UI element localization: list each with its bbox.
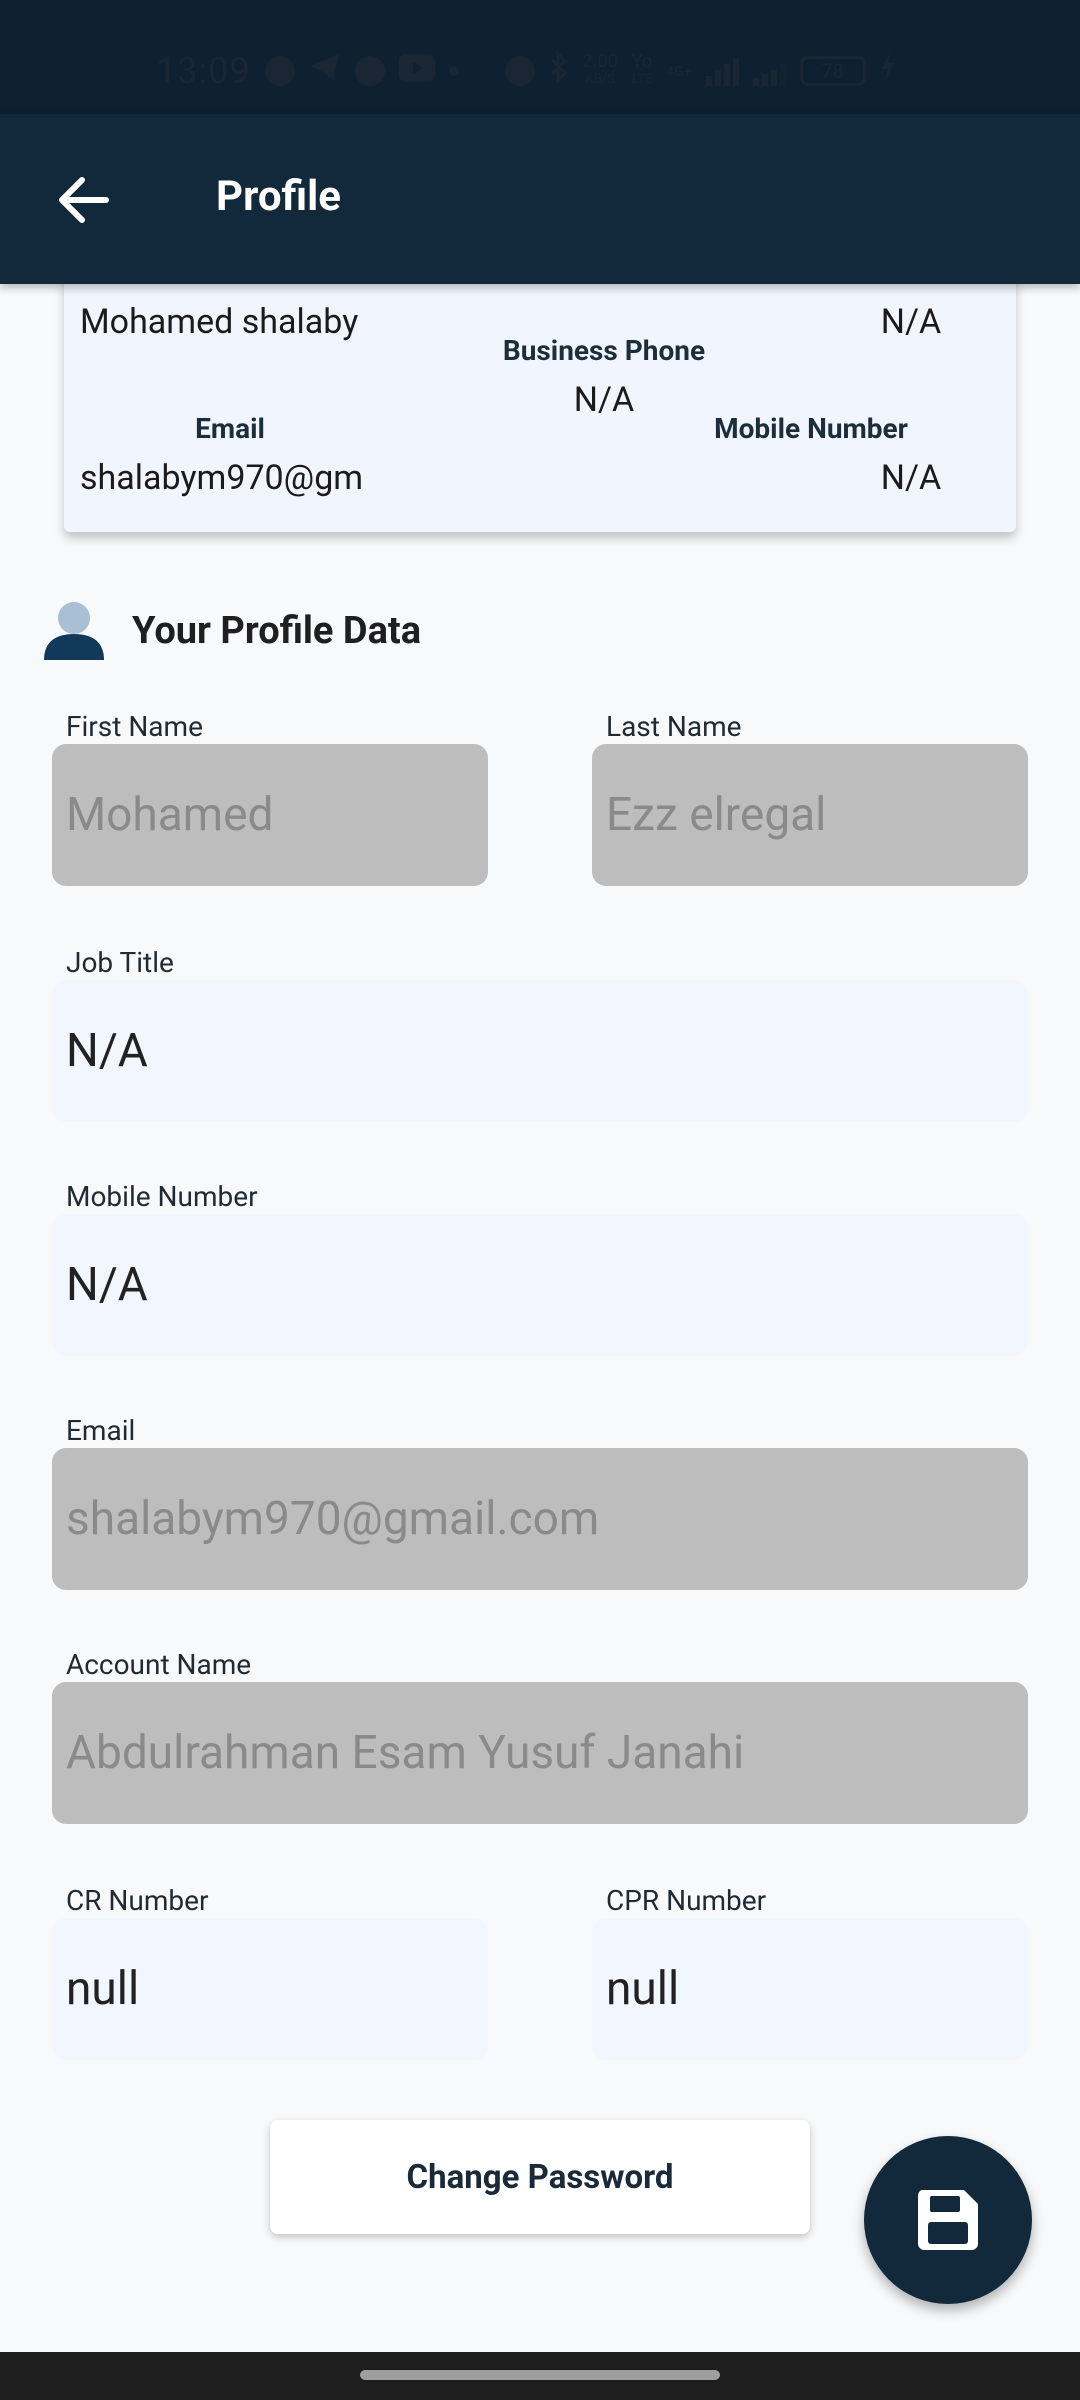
arrow-left-icon [59, 177, 109, 223]
job-title-value: N/A [66, 1024, 148, 1078]
cr-number-field[interactable]: null [52, 1918, 488, 2060]
volte-bottom: LTE [631, 72, 653, 87]
email-field[interactable]: shalabym970@gmail.com [52, 1448, 1028, 1590]
mobile-number-label: Mobile Number [66, 1180, 258, 1213]
summary-email-label: Email [195, 412, 265, 445]
navigation-bar [0, 2352, 1080, 2400]
email-value: shalabym970@gmail.com [66, 1492, 600, 1546]
back-button[interactable] [48, 164, 120, 236]
charging-icon [880, 51, 896, 91]
cr-number-label: CR Number [66, 1884, 209, 1917]
person-icon [44, 602, 104, 660]
summary-mobile-label: Mobile Number [714, 412, 908, 445]
summary-card: Mohamed shalaby N/A Business Phone N/A E… [64, 250, 1016, 532]
battery-icon: 78 [799, 56, 866, 86]
summary-top-right-value: N/A [880, 302, 942, 342]
youtube-icon [398, 51, 435, 91]
status-icons: 13:09 2.00 KB/S Yo LTE 4G+ 78 [156, 49, 896, 92]
change-password-button[interactable]: Change Password [270, 2120, 810, 2234]
business-phone-label: Business Phone [502, 334, 706, 367]
status-time: 13:09 [156, 50, 251, 92]
volte-top: Yo [631, 51, 653, 72]
signal-icon [705, 56, 739, 86]
job-title-label: Job Title [66, 946, 174, 979]
dot-icon [448, 66, 459, 76]
chat-icon [354, 56, 385, 86]
network-type: 4G+ [666, 63, 691, 80]
save-button[interactable] [864, 2136, 1032, 2304]
status-bar: 13:09 2.00 KB/S Yo LTE 4G+ 78 [0, 0, 1080, 114]
last-name-label: Last Name [606, 710, 742, 743]
account-name-label: Account Name [66, 1648, 252, 1681]
net-speed-value: 2.00 [582, 51, 618, 72]
account-name-field[interactable]: Abdulrahman Esam Yusuf Janahi [52, 1682, 1028, 1824]
home-gesture-handle[interactable] [360, 2370, 720, 2380]
section-title: Your Profile Data [132, 609, 422, 653]
net-speed-unit: KB/S [585, 72, 615, 87]
last-name-field[interactable]: Ezz elregal [592, 744, 1028, 886]
alarm-icon [504, 56, 535, 86]
telegram-icon [309, 51, 341, 91]
network-type-label: 4G+ [666, 63, 692, 80]
first-name-field[interactable]: Mohamed [52, 744, 488, 886]
first-name-label: First Name [66, 710, 203, 743]
mobile-number-value: N/A [66, 1258, 148, 1312]
bluetooth-icon [549, 49, 569, 92]
floppy-disk-icon [918, 2190, 978, 2250]
signal-2-icon [752, 56, 786, 86]
battery-level: 78 [821, 59, 844, 83]
page-title: Profile [216, 172, 341, 221]
summary-name: Mohamed shalaby [80, 302, 359, 342]
section-header: Your Profile Data [44, 600, 421, 662]
summary-mobile-value: N/A [880, 458, 942, 498]
volte-badge: Yo LTE [631, 51, 653, 88]
app-bar: Profile [0, 114, 1080, 284]
first-name-value: Mohamed [66, 788, 274, 842]
cr-number-value: null [66, 1962, 140, 2016]
mobile-number-field[interactable]: N/A [52, 1214, 1028, 1356]
net-speed: 2.00 KB/S [582, 51, 618, 88]
account-name-value: Abdulrahman Esam Yusuf Janahi [66, 1726, 745, 1780]
cpr-number-field[interactable]: null [592, 1918, 1028, 2060]
cpr-number-value: null [606, 1962, 680, 2016]
job-title-field[interactable]: N/A [52, 980, 1028, 1122]
cpr-number-label: CPR Number [606, 1884, 767, 1917]
whatsapp-icon [264, 56, 295, 86]
summary-email-value: shalabym970@gm [80, 458, 364, 498]
last-name-value: Ezz elregal [606, 788, 827, 842]
change-password-label: Change Password [406, 2157, 674, 2197]
email-label: Email [66, 1414, 136, 1447]
